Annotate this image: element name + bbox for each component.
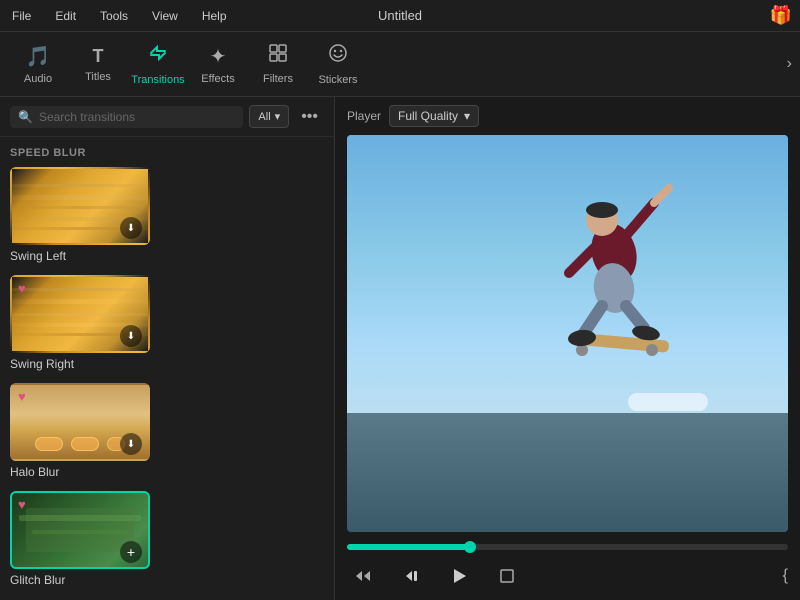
tool-audio-label: Audio (24, 73, 52, 85)
play-button[interactable] (443, 560, 475, 592)
transition-name-halo-blur: Halo Blur (10, 465, 324, 479)
audio-icon: 🎵 (26, 44, 51, 69)
download-icon[interactable]: ⬇ (120, 217, 142, 239)
bottom-controls: { (335, 532, 800, 600)
transition-name-glitch-blur: Glitch Blur (10, 573, 324, 587)
search-icon: 🔍 (18, 110, 33, 124)
transition-thumb-swing-right[interactable]: ♥ ⬇ (10, 275, 150, 353)
extra-control-button[interactable]: { (783, 567, 788, 585)
ground-area (347, 413, 788, 532)
titles-icon: T (93, 46, 104, 67)
player-label: Player (347, 109, 381, 123)
list-item: ♥ ⬇ Swing Right (10, 275, 324, 371)
video-preview (347, 135, 788, 532)
transition-thumb-glitch-blur[interactable]: ♥ + (10, 491, 150, 569)
transition-name-swing-right: Swing Right (10, 357, 324, 371)
section-label: SPEED BLUR (10, 147, 324, 159)
filters-icon (268, 43, 288, 69)
more-options-button[interactable]: ••• (295, 106, 324, 128)
tool-filters-label: Filters (263, 73, 293, 85)
skater-figure (514, 158, 694, 398)
quality-label: Full Quality (398, 109, 458, 123)
tool-stickers[interactable]: Stickers (308, 34, 368, 94)
rewind-button[interactable] (347, 560, 379, 592)
menu-tools[interactable]: Tools (96, 7, 132, 25)
tool-effects[interactable]: ✦ Effects (188, 34, 248, 94)
tool-transitions[interactable]: Transitions (128, 34, 188, 94)
list-item: ♥ + Glitch Blur (10, 491, 324, 587)
stop-button[interactable] (491, 560, 523, 592)
main-layout: 🔍 All ▾ ••• SPEED BLUR (0, 97, 800, 600)
transition-thumb-halo-blur[interactable]: ♥ ⬇ (10, 383, 150, 461)
filter-dropdown[interactable]: All ▾ (249, 105, 289, 128)
list-item: ♥ ⬇ Halo Blur (10, 383, 324, 479)
download-icon[interactable]: ⬇ (120, 433, 142, 455)
menu-bar: File Edit Tools View Help Untitled 🎁 (0, 0, 800, 32)
transition-name-swing-left: Swing Left (10, 249, 324, 263)
effects-icon: ✦ (210, 44, 227, 69)
transitions-list: SPEED BLUR ⬇ Swing Left (0, 137, 334, 600)
progress-thumb[interactable] (464, 541, 476, 553)
tool-bar: 🎵 Audio T Titles Transitions ✦ Effects F… (0, 32, 800, 97)
progress-fill (347, 544, 470, 550)
tool-audio[interactable]: 🎵 Audio (8, 34, 68, 94)
menu-view[interactable]: View (148, 7, 182, 25)
transition-thumb-swing-left[interactable]: ⬇ (10, 167, 150, 245)
search-input-wrap[interactable]: 🔍 (10, 106, 243, 128)
player-header: Player Full Quality ▾ (335, 97, 800, 135)
search-bar: 🔍 All ▾ ••• (0, 97, 334, 137)
tool-effects-label: Effects (201, 73, 234, 85)
list-item: ⬇ Swing Left (10, 167, 324, 263)
progress-bar[interactable] (347, 544, 788, 550)
playback-controls: { (347, 560, 788, 592)
download-icon[interactable]: ⬇ (120, 325, 142, 347)
menu-help[interactable]: Help (198, 7, 231, 25)
chevron-down-icon: ▾ (275, 110, 281, 123)
left-panel: 🔍 All ▾ ••• SPEED BLUR (0, 97, 335, 600)
tool-titles[interactable]: T Titles (68, 34, 128, 94)
tool-filters[interactable]: Filters (248, 34, 308, 94)
favorite-icon[interactable]: ♥ (18, 281, 26, 296)
quality-select[interactable]: Full Quality ▾ (389, 105, 479, 127)
search-input[interactable] (39, 110, 235, 124)
gift-icon[interactable]: 🎁 (770, 5, 792, 26)
step-back-button[interactable] (395, 560, 427, 592)
menu-file[interactable]: File (8, 7, 35, 25)
stickers-icon (327, 42, 349, 70)
tool-titles-label: Titles (85, 71, 111, 83)
toolbar-chevron[interactable]: › (787, 55, 792, 73)
add-transition-button[interactable]: + (120, 541, 142, 563)
app-title: Untitled (378, 8, 422, 23)
menu-edit[interactable]: Edit (51, 7, 80, 25)
video-scene (347, 135, 788, 532)
filter-label: All (258, 111, 270, 123)
quality-chevron-icon: ▾ (464, 109, 470, 123)
favorite-icon[interactable]: ♥ (18, 389, 26, 404)
tool-stickers-label: Stickers (318, 74, 357, 86)
transitions-icon (147, 42, 169, 70)
favorite-icon[interactable]: ♥ (18, 497, 26, 512)
tool-transitions-label: Transitions (131, 74, 184, 86)
right-panel: Player Full Quality ▾ (335, 97, 800, 600)
